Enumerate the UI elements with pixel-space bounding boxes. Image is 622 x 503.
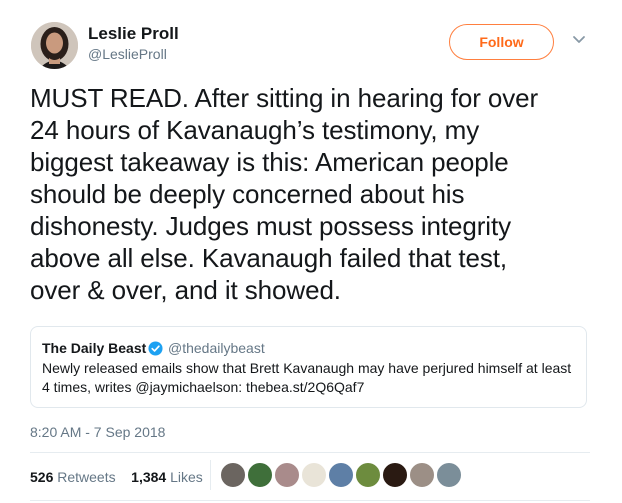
author-avatar[interactable] [31, 22, 78, 69]
author-avatar-image [31, 22, 78, 69]
verified-badge-icon [148, 341, 163, 356]
tweet-timestamp[interactable]: 8:20 AM - 7 Sep 2018 [30, 424, 165, 440]
author-handle[interactable]: @LeslieProll [88, 46, 167, 62]
divider [30, 452, 590, 453]
chevron-down-icon[interactable] [572, 35, 586, 45]
retweets-label: Retweets [57, 469, 116, 485]
liker-avatar[interactable] [408, 461, 436, 489]
follow-button[interactable]: Follow [449, 24, 554, 60]
tweet-text: MUST READ. After sitting in hearing for … [30, 83, 539, 305]
liker-avatar[interactable] [381, 461, 409, 489]
retweets-stat[interactable]: 526 Retweets [30, 469, 116, 485]
liker-avatar[interactable] [219, 461, 247, 489]
liker-avatar[interactable] [300, 461, 328, 489]
author-name[interactable]: Leslie Proll [88, 24, 179, 44]
divider [30, 500, 590, 501]
quoted-author-name: The Daily Beast [42, 340, 147, 356]
stats-separator [210, 460, 211, 490]
liker-avatar[interactable] [327, 461, 355, 489]
quoted-author-handle: @thedailybeast [168, 340, 265, 356]
quoted-tweet[interactable]: The Daily Beast @thedailybeast Newly rel… [30, 326, 587, 408]
tweet-stats: 526 Retweets 1,384 Likes [30, 469, 203, 485]
liker-avatar[interactable] [246, 461, 274, 489]
liker-avatar[interactable] [273, 461, 301, 489]
liker-avatar[interactable] [435, 461, 463, 489]
likes-label: Likes [170, 469, 203, 485]
likes-count: 1,384 [131, 469, 167, 485]
retweets-count: 526 [30, 469, 54, 485]
quoted-text: Newly released emails show that Brett Ka… [42, 360, 572, 395]
liker-avatars [219, 461, 479, 489]
likes-stat[interactable]: 1,384 Likes [131, 469, 203, 485]
liker-avatar[interactable] [354, 461, 382, 489]
